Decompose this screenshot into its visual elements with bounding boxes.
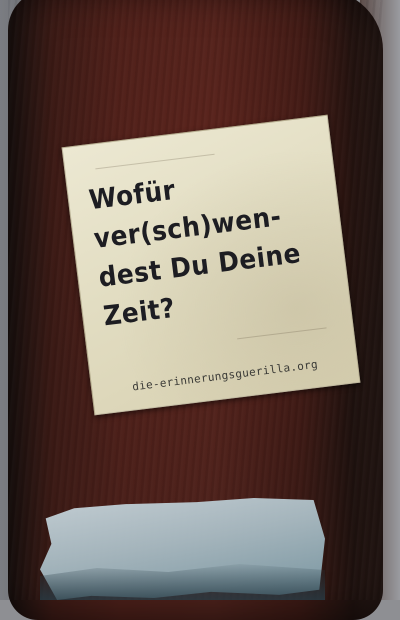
paper-scratch bbox=[237, 327, 327, 340]
sticker-slogan: Wofür ver(sch)wen- dest Du Deine Zeit? bbox=[87, 155, 322, 336]
paper-sticker: Wofür ver(sch)wen- dest Du Deine Zeit? d… bbox=[61, 114, 361, 416]
sticker-url: die-erinnerungsguerilla.org bbox=[131, 357, 319, 394]
